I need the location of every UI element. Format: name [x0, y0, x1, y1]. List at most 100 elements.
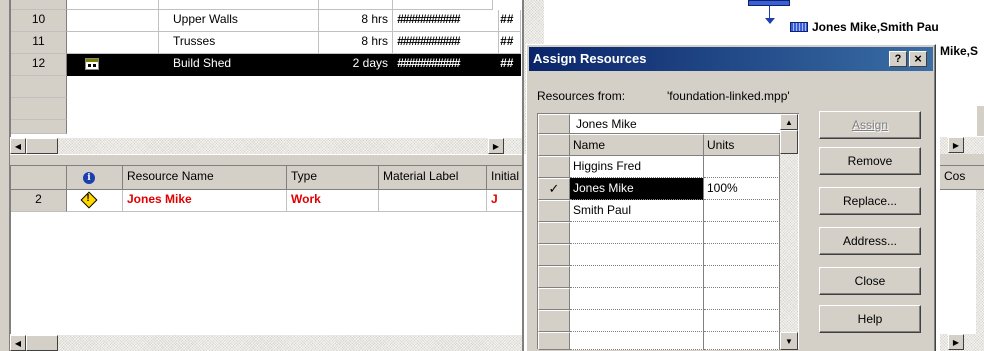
grid-vscroll[interactable]: ▲ ▼ — [780, 114, 798, 350]
resource-row[interactable]: 2 ! Jones Mike Work J — [11, 190, 523, 212]
extra-cell: ## — [499, 10, 521, 32]
task-table-hscroll[interactable]: ◀ ▶ — [10, 137, 522, 154]
task-row[interactable]: 11 Trusses 8 hrs ########### ## — [11, 32, 521, 54]
gantt-hscroll[interactable]: ▶ — [940, 137, 984, 154]
grid-header-name[interactable]: Name — [570, 134, 704, 156]
remove-button[interactable]: Remove — [819, 147, 921, 175]
units-cell — [704, 222, 780, 244]
row-selector — [538, 244, 570, 266]
assign-resources-dialog: Assign Resources ? × Resources from: 'fo… — [526, 44, 936, 351]
gantt-vscroll[interactable] — [976, 106, 984, 136]
header-resource-name[interactable]: Resource Name — [123, 166, 287, 190]
material-label-cell — [379, 190, 487, 212]
scroll-right-button[interactable]: ▶ — [948, 137, 964, 153]
header-indicators[interactable]: i — [67, 166, 123, 190]
task-row[interactable]: 10 Upper Walls 8 hrs ########### ## — [11, 10, 521, 32]
scroll-thumb[interactable] — [26, 335, 58, 351]
task-id-cell: 10 — [11, 10, 67, 32]
check-mark-icon: ✓ — [538, 178, 570, 200]
grid-header-units[interactable]: Units — [704, 134, 780, 156]
grid-row[interactable] — [538, 266, 780, 288]
right-vscroll[interactable] — [976, 190, 984, 334]
duration-cell — [319, 0, 393, 10]
units-cell — [704, 310, 780, 332]
grid-edit-field[interactable]: Jones Mike — [570, 114, 780, 134]
header-initials[interactable]: Initial — [487, 166, 523, 190]
resource-name-cell: Higgins Fred — [570, 156, 704, 178]
assign-button[interactable]: Assign — [819, 111, 921, 139]
header-type[interactable]: Type — [287, 166, 379, 190]
header-cost[interactable]: Cos — [940, 166, 984, 190]
task-id-cell — [11, 76, 67, 98]
task-row[interactable] — [11, 76, 521, 98]
task-row[interactable] — [11, 0, 521, 10]
indicator-cell — [67, 10, 159, 32]
task-id-cell — [11, 98, 67, 120]
task-name-cell: Upper Walls — [159, 10, 319, 32]
help-title-button[interactable]: ? — [889, 51, 907, 67]
help-button[interactable]: Help — [819, 305, 921, 333]
row-selector — [538, 288, 570, 310]
gantt-resource-label: Jones Mike,Smith Pau — [812, 20, 939, 34]
task-id-cell — [11, 0, 67, 10]
extra-cell: ## — [499, 54, 521, 76]
resource-name-cell: Smith Paul — [570, 200, 704, 222]
pane-splitter[interactable] — [10, 154, 522, 166]
grid-header-row: Name Units — [538, 134, 780, 156]
scroll-up-button[interactable]: ▲ — [780, 114, 798, 130]
scroll-thumb[interactable] — [780, 130, 798, 154]
start-cell — [393, 0, 493, 10]
scroll-left-button[interactable]: ◀ — [10, 335, 26, 351]
close-title-button[interactable]: × — [909, 51, 927, 67]
task-table: 10 Upper Walls 8 hrs ########### ## 11 T… — [10, 0, 522, 150]
units-cell — [704, 244, 780, 266]
info-icon: i — [83, 172, 95, 184]
grid-row[interactable] — [538, 332, 780, 350]
scroll-right-button[interactable]: ▶ — [948, 334, 964, 350]
indicator-cell — [67, 54, 159, 76]
dialog-title-bar[interactable]: Assign Resources ? × — [529, 47, 933, 71]
close-button[interactable]: Close — [819, 267, 921, 295]
scroll-down-button[interactable]: ▼ — [780, 332, 798, 350]
resource-name-cell — [570, 244, 704, 266]
grid-row[interactable] — [538, 222, 780, 244]
address-button[interactable]: Address... — [819, 227, 921, 255]
indicator-cell: ! — [67, 190, 123, 212]
grid-row[interactable] — [538, 288, 780, 310]
indicator-cell — [67, 32, 159, 54]
resource-table: i Resource Name Type Material Label Init… — [10, 166, 523, 336]
grid-row[interactable] — [538, 310, 780, 332]
replace-button[interactable]: Replace... — [819, 187, 921, 215]
task-name-cell: Trusses — [159, 32, 319, 54]
duration-cell: 2 days — [319, 54, 393, 76]
units-cell — [704, 266, 780, 288]
start-cell: ########### — [393, 54, 499, 76]
resource-name-cell: Jones Mike — [123, 190, 287, 212]
row-selector — [538, 156, 570, 178]
scroll-left-button[interactable]: ◀ — [10, 138, 26, 154]
task-row[interactable] — [11, 120, 521, 134]
scroll-thumb[interactable] — [26, 138, 58, 154]
resource-assign-grid: Jones Mike Name Units Higgins Fred ✓ Jon… — [537, 113, 799, 350]
grid-row[interactable]: Higgins Fred — [538, 156, 780, 178]
grid-row-selected[interactable]: ✓ Jones Mike 100% — [538, 178, 780, 200]
resource-table-hscroll[interactable]: ◀ — [10, 334, 522, 351]
task-row[interactable] — [11, 98, 521, 120]
resource-type-cell: Work — [287, 190, 379, 212]
grid-row[interactable] — [538, 244, 780, 266]
gantt-resource-label-2: Mike,S — [940, 44, 979, 58]
header-id[interactable] — [11, 166, 67, 190]
initials-cell: J — [487, 190, 523, 212]
task-row-selected[interactable]: 12 Build Shed 2 days ########### ## — [11, 54, 521, 76]
row-selector — [538, 200, 570, 222]
header-material-label[interactable]: Material Label — [379, 166, 487, 190]
gantt-hscroll-bottom[interactable]: ▶ — [940, 334, 984, 351]
row-selector — [538, 332, 570, 350]
scroll-right-button[interactable]: ▶ — [488, 138, 504, 154]
grid-row[interactable]: Smith Paul — [538, 200, 780, 222]
start-cell: ########### — [393, 32, 499, 54]
resource-name-cell: Jones Mike — [570, 178, 704, 200]
gantt-bar-build-shed[interactable] — [790, 22, 808, 32]
extra-cell: ## — [499, 32, 521, 54]
indicator-cell — [67, 0, 159, 10]
